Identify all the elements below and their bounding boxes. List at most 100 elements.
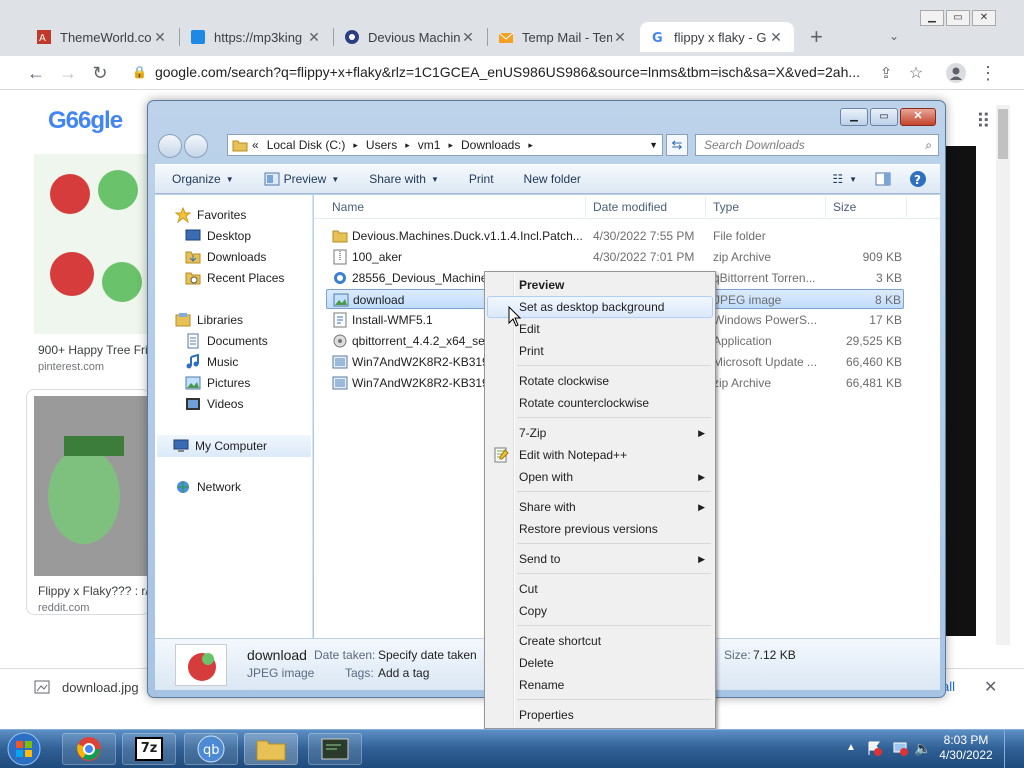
taskbar-7zip-icon[interactable]: 7z	[122, 733, 176, 765]
nav-network[interactable]: Network	[175, 477, 241, 497]
menu-item-edit-with-notepad[interactable]: Edit with Notepad++	[487, 444, 713, 466]
result-caption-2[interactable]: Flippy x Flaky??? : r/	[38, 584, 148, 598]
close-tab-icon[interactable]: ✕	[768, 29, 784, 46]
column-size[interactable]: Size	[833, 200, 856, 214]
file-row[interactable]: Devious.Machines.Duck.v1.1.4.Incl.Patch.…	[326, 226, 904, 246]
nav-pictures[interactable]: Pictures	[185, 373, 250, 393]
close-tab-icon[interactable]: ✕	[612, 29, 628, 46]
explorer-maximize-button[interactable]: ▭	[870, 108, 898, 126]
share-with-button[interactable]: Share with ▼	[360, 172, 448, 186]
explorer-address-bar[interactable]: « Local Disk (C:) ▸ Users ▸ vm1 ▸ Downloads…	[227, 134, 663, 156]
system-clock[interactable]: 8:03 PM 4/30/2022	[936, 733, 996, 763]
taskbar-qbittorrent-icon[interactable]: qb	[184, 733, 238, 765]
start-button[interactable]	[4, 731, 44, 767]
explorer-forward-button[interactable]	[184, 134, 208, 158]
pictures-icon	[185, 375, 201, 391]
close-tab-icon[interactable]: ✕	[152, 29, 168, 46]
menu-item-7-zip[interactable]: 7-Zip ▶	[487, 422, 713, 444]
menu-item-send-to[interactable]: Send to ▶	[487, 548, 713, 570]
new-folder-button[interactable]: New folder	[515, 172, 590, 186]
menu-item-print[interactable]: Print	[487, 340, 713, 362]
breadcrumb-users[interactable]: Users	[366, 138, 397, 152]
network-status-icon[interactable]	[892, 740, 908, 756]
tab-themeworld[interactable]: A ThemeWorld.com ✕	[26, 22, 178, 52]
explorer-back-button[interactable]	[158, 134, 182, 158]
forward-icon[interactable]: →	[56, 61, 80, 85]
reload-icon[interactable]: ↻	[88, 61, 112, 85]
breadcrumb-downloads[interactable]: Downloads	[461, 138, 520, 152]
google-logo[interactable]: G66gle	[48, 107, 123, 135]
menu-item-rotate-clockwise[interactable]: Rotate clockwise	[487, 370, 713, 392]
result-card-2[interactable]	[26, 389, 150, 615]
menu-item-create-shortcut[interactable]: Create shortcut	[487, 630, 713, 652]
address-bar[interactable]: 🔒 google.com/search?q=flippy+x+flaky&rlz…	[124, 60, 944, 84]
menu-item-delete[interactable]: Delete	[487, 652, 713, 674]
detail-filetype: JPEG image	[247, 666, 315, 680]
column-date-modified[interactable]: Date modified	[593, 200, 667, 214]
detail-tags-value[interactable]: Add a tag	[378, 666, 429, 680]
menu-item-preview[interactable]: Preview	[487, 274, 713, 296]
menu-item-copy[interactable]: Copy	[487, 600, 713, 622]
address-dropdown-icon[interactable]: ▼	[649, 140, 658, 150]
result-caption-1[interactable]: 900+ Happy Tree Fri	[38, 343, 148, 357]
minimize-button[interactable]: ▁	[920, 10, 944, 26]
explorer-close-button[interactable]: ✕	[900, 108, 936, 126]
nav-music[interactable]: Music	[185, 352, 238, 372]
nav-desktop[interactable]: Desktop	[185, 226, 251, 246]
action-center-flag-icon[interactable]	[866, 740, 882, 756]
close-tab-icon[interactable]: ✕	[306, 29, 322, 46]
apps-grid-icon[interactable]: ⠿	[976, 109, 991, 134]
breadcrumb-local-disk[interactable]: Local Disk (C:)	[267, 138, 346, 152]
profile-avatar-icon[interactable]	[944, 61, 968, 85]
menu-item-rename[interactable]: Rename	[487, 674, 713, 696]
close-window-button[interactable]: ✕	[972, 10, 996, 26]
download-filename[interactable]: download.jpg	[62, 680, 139, 695]
print-button[interactable]: Print	[460, 172, 503, 186]
volume-icon[interactable]: 🔈	[914, 740, 931, 757]
nav-favorites[interactable]: Favorites	[175, 205, 246, 225]
nav-recent-places[interactable]: Recent Places	[185, 268, 284, 288]
refresh-icon[interactable]: ⇆	[666, 134, 688, 156]
tab-search-chevron-icon[interactable]: ⌄	[882, 24, 906, 48]
tab-tempmail[interactable]: Temp Mail - Tem ✕	[488, 22, 638, 52]
close-download-shelf-icon[interactable]: ✕	[984, 677, 997, 697]
nav-libraries[interactable]: Libraries	[175, 310, 243, 330]
help-icon[interactable]: ?	[900, 170, 936, 188]
nav-videos[interactable]: Videos	[185, 394, 243, 414]
column-name[interactable]: Name	[332, 200, 364, 214]
show-desktop-button[interactable]	[1004, 730, 1024, 768]
organize-button[interactable]: Organize ▼	[163, 172, 243, 186]
maximize-button[interactable]: ▭	[946, 10, 970, 26]
page-scrollbar[interactable]	[996, 105, 1010, 645]
nav-documents[interactable]: Documents	[185, 331, 268, 351]
result-image-1[interactable]	[34, 154, 148, 334]
column-type[interactable]: Type	[713, 200, 739, 214]
taskbar-chrome-icon[interactable]	[62, 733, 116, 765]
nav-downloads[interactable]: Downloads	[185, 247, 266, 267]
preview-button[interactable]: Preview ▼	[255, 172, 349, 186]
tab-mp3king[interactable]: https://mp3king ✕	[180, 22, 332, 52]
explorer-search-input[interactable]: Search Downloads ⌕	[695, 134, 939, 156]
menu-item-restore-previous-versions[interactable]: Restore previous versions	[487, 518, 713, 540]
menu-item-open-with[interactable]: Open with ▶	[487, 466, 713, 488]
close-tab-icon[interactable]: ✕	[460, 29, 476, 46]
taskbar-terminal-icon[interactable]	[308, 733, 362, 765]
file-row[interactable]: 100_aker 4/30/2022 7:01 PM zip Archive 9…	[326, 247, 904, 267]
new-tab-button[interactable]: +	[800, 22, 830, 52]
preview-pane-icon[interactable]	[866, 172, 900, 186]
show-hidden-icons-icon[interactable]: ▲	[846, 742, 856, 753]
explorer-minimize-button[interactable]: ▁	[840, 108, 868, 126]
change-view-icon[interactable]: ☷ ▼	[823, 172, 866, 186]
menu-item-cut[interactable]: Cut	[487, 578, 713, 600]
tab-google-search[interactable]: G flippy x flaky - G ✕	[640, 22, 794, 52]
detail-date-value[interactable]: Specify date taken	[378, 648, 477, 662]
taskbar-explorer-icon[interactable]	[244, 733, 298, 765]
nav-my-computer[interactable]: My Computer	[157, 435, 311, 457]
tab-devious[interactable]: Devious Machine ✕	[334, 22, 486, 52]
breadcrumb-vm1[interactable]: vm1	[418, 138, 441, 152]
back-icon[interactable]: ←	[24, 61, 48, 85]
menu-item-properties[interactable]: Properties	[487, 704, 713, 726]
menu-item-rotate-counterclockwise[interactable]: Rotate counterclockwise	[487, 392, 713, 414]
chrome-menu-icon[interactable]: ⋮	[976, 61, 1000, 85]
menu-item-share-with[interactable]: Share with ▶	[487, 496, 713, 518]
